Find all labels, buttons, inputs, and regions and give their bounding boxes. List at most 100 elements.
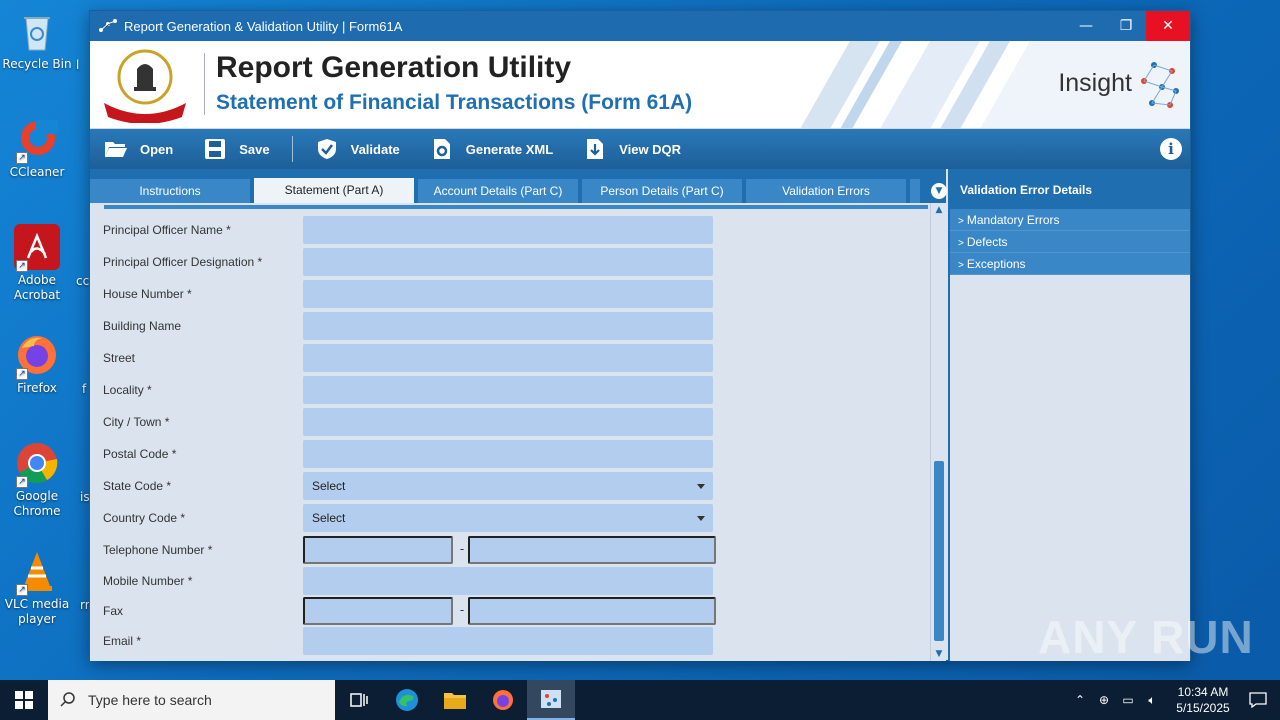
anyrun-watermark: ANY RUN <box>1038 611 1254 663</box>
principal-officer-name-label: Principal Officer Name * <box>103 223 231 237</box>
desktop-icon-google-chrome[interactable]: ↗ Google Chrome <box>2 440 72 519</box>
system-tray: ⌃ ⊕ ▭ 🔈︎ 10:34 AM 5/15/2025 <box>1068 680 1280 720</box>
start-button[interactable] <box>0 680 48 720</box>
clock-date: 5/15/2025 <box>1176 701 1230 715</box>
desktop-icon-vlc[interactable]: ↗ VLC media player <box>2 548 72 627</box>
country-code-select[interactable]: Select <box>303 504 713 532</box>
taskbar-edge[interactable] <box>383 680 431 720</box>
chevron-right-icon: > <box>958 238 964 249</box>
country-code-value: Select <box>312 511 346 525</box>
ccleaner-icon: ↗ <box>14 116 60 164</box>
shortcut-arrow-icon: ↗ <box>16 368 28 380</box>
tab-person-details[interactable]: Person Details (Part C) <box>582 179 742 203</box>
info-icon[interactable]: i <box>1160 138 1182 160</box>
shortcut-arrow-icon: ↗ <box>16 584 28 596</box>
chevron-down-icon[interactable]: ▼ <box>931 183 947 199</box>
minimize-button[interactable]: — <box>1066 11 1106 41</box>
close-button[interactable]: ✕ <box>1146 11 1190 41</box>
principal-officer-designation-input[interactable] <box>303 248 713 276</box>
shield-check-icon <box>315 137 339 161</box>
mandatory-errors-item[interactable]: > Mandatory Errors <box>950 209 1190 231</box>
view-dqr-button[interactable]: View DQR <box>583 137 681 161</box>
desktop-partial-label: cc <box>76 274 90 288</box>
locality-label: Locality * <box>103 383 152 397</box>
validate-button[interactable]: Validate <box>315 137 400 161</box>
chevron-up-icon[interactable]: ⌃ <box>1068 693 1092 707</box>
open-button[interactable]: Open <box>104 137 173 161</box>
taskbar-file-explorer[interactable] <box>431 680 479 720</box>
state-code-label: State Code * <box>103 479 172 493</box>
clock[interactable]: 10:34 AM 5/15/2025 <box>1170 684 1236 716</box>
dropdown-caret-icon <box>697 484 705 489</box>
validation-error-panel: Validation Error Details > Mandatory Erro… <box>948 169 1190 661</box>
notification-icon[interactable] <box>1236 692 1280 708</box>
network-icon[interactable]: ▭ <box>1116 693 1140 707</box>
page-subtitle: Statement of Financial Transactions (For… <box>216 91 693 114</box>
edge-icon <box>396 689 418 711</box>
email-input[interactable] <box>303 627 713 655</box>
network-share-icon[interactable]: ⊕ <box>1092 693 1116 707</box>
shortcut-arrow-icon: ↗ <box>16 152 28 164</box>
insight-brand: Insight <box>1058 69 1132 97</box>
scroll-down-icon[interactable]: ▼ <box>931 647 947 661</box>
form-scrollbar[interactable]: ▲ ▼ <box>930 203 946 661</box>
fax-number-input[interactable] <box>468 597 716 625</box>
desktop-icon-adobe-acrobat[interactable]: ↗ Adobe Acrobat <box>2 224 72 303</box>
principal-officer-name-input[interactable] <box>303 216 713 244</box>
fax-std-code-input[interactable] <box>303 597 453 625</box>
taskbar: Type here to search ⌃ ⊕ ▭ 🔈︎ 10:34 AM 5/… <box>0 680 1280 720</box>
tab-overflow <box>910 179 920 203</box>
gear-document-icon <box>430 137 454 161</box>
principal-officer-designation-label: Principal Officer Designation * <box>103 255 263 269</box>
locality-input[interactable] <box>303 376 713 404</box>
chevron-right-icon: > <box>958 260 964 271</box>
save-button[interactable]: Save <box>203 137 270 161</box>
tab-bar: Instructions Statement (Part A) Account … <box>90 169 947 203</box>
search-icon <box>60 691 76 710</box>
app-window: Report Generation & Validation Utility |… <box>89 10 1191 661</box>
house-number-label: House Number * <box>103 287 192 301</box>
folder-icon <box>444 693 466 709</box>
mobile-number-input[interactable] <box>303 567 713 595</box>
city-town-input[interactable] <box>303 408 713 436</box>
generate-xml-button[interactable]: Generate XML <box>430 137 553 161</box>
scrollbar-thumb[interactable] <box>934 461 944 641</box>
form-pane: Instructions Statement (Part A) Account … <box>90 169 947 661</box>
desktop-icon-firefox[interactable]: ↗ Firefox <box>2 332 72 396</box>
taskbar-report-utility[interactable] <box>527 680 575 720</box>
taskbar-firefox[interactable] <box>479 680 527 720</box>
task-view-button[interactable] <box>335 680 383 720</box>
title-bar[interactable]: Report Generation & Validation Utility |… <box>90 11 1190 41</box>
download-document-icon <box>583 137 607 161</box>
desktop-icon-recycle-bin[interactable]: Recycle Bin <box>2 8 72 72</box>
building-name-input[interactable] <box>303 312 713 340</box>
desktop-partial-label: l <box>76 58 80 72</box>
page-title: Report Generation Utility <box>216 51 572 84</box>
exceptions-item[interactable]: > Exceptions <box>950 253 1190 275</box>
building-name-label: Building Name <box>103 319 182 333</box>
telephone-std-code-input[interactable] <box>303 536 453 564</box>
restore-button[interactable]: ❐ <box>1106 11 1146 41</box>
postal-code-input[interactable] <box>303 440 713 468</box>
state-code-select[interactable]: Select <box>303 472 713 500</box>
tab-validation-errors[interactable]: Validation Errors <box>746 179 906 203</box>
telephone-number-input[interactable] <box>468 536 716 564</box>
scroll-up-icon[interactable]: ▲ <box>931 203 947 217</box>
state-code-value: Select <box>312 479 346 493</box>
taskbar-search[interactable]: Type here to search <box>48 680 335 720</box>
desktop-icon-ccleaner[interactable]: ↗ CCleaner <box>2 116 72 180</box>
vlc-icon: ↗ <box>14 548 60 596</box>
tab-instructions[interactable]: Instructions <box>90 179 250 203</box>
windows-logo-icon <box>15 691 33 709</box>
house-number-input[interactable] <box>303 280 713 308</box>
email-label: Email * <box>103 634 142 648</box>
street-input[interactable] <box>303 344 713 372</box>
volume-icon[interactable]: 🔈︎ <box>1140 693 1164 708</box>
shortcut-arrow-icon: ↗ <box>16 260 28 272</box>
defects-item[interactable]: > Defects <box>950 231 1190 253</box>
clock-time: 10:34 AM <box>1177 685 1229 699</box>
tab-account-details[interactable]: Account Details (Part C) <box>418 179 578 203</box>
income-tax-emblem-icon <box>100 47 190 124</box>
tab-statement-part-a[interactable]: Statement (Part A) <box>254 178 414 203</box>
save-disk-icon <box>203 137 227 161</box>
